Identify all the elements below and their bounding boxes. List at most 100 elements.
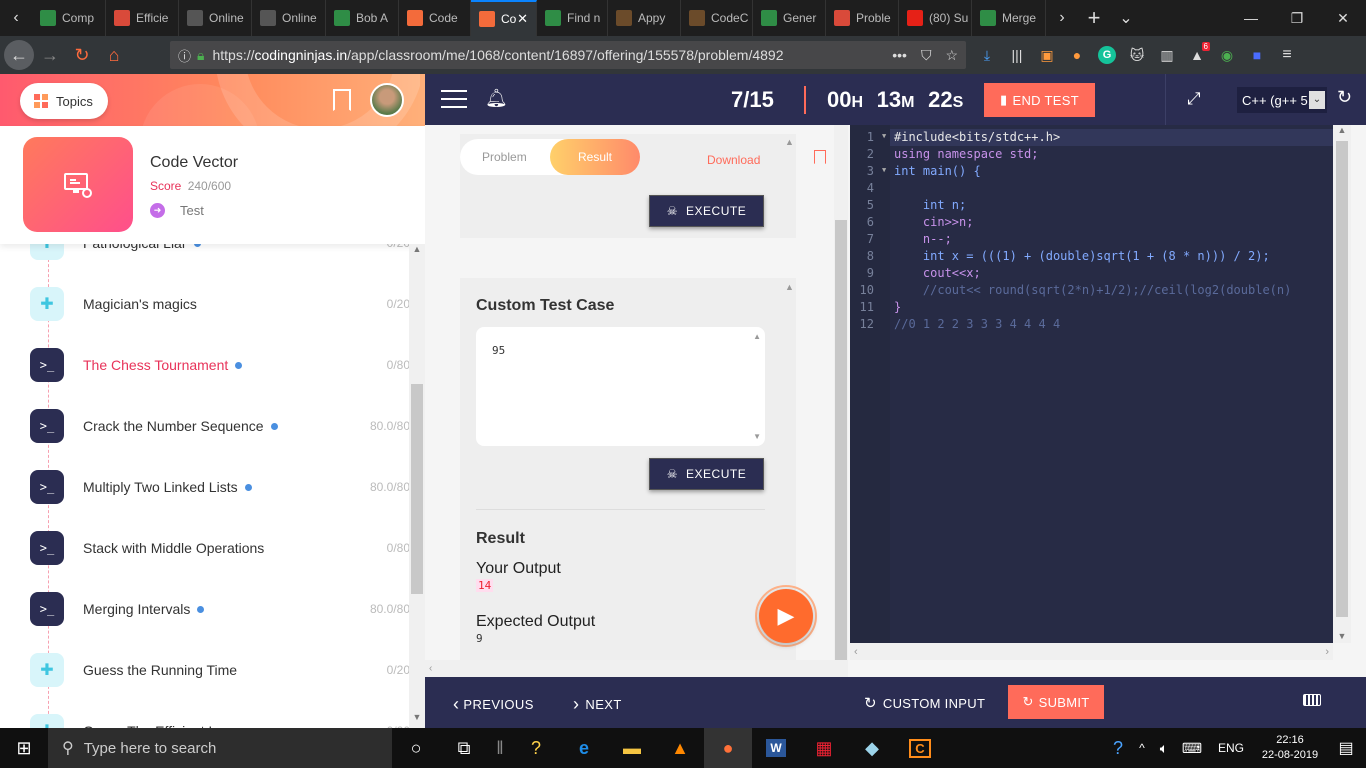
ninja-extension-icon[interactable]: 🐱︎ [1124,42,1150,68]
browser-tab[interactable]: Merge [972,0,1046,36]
scroll-left-icon[interactable]: ‹ [429,663,432,674]
middle-scroll-thumb[interactable] [835,220,847,660]
input-language[interactable]: ENG [1218,741,1244,755]
windows-start-icon[interactable]: ⊞ [0,728,48,768]
tab-scroll-right-icon[interactable]: › [1046,0,1078,36]
task-view-icon[interactable]: ⧉ [440,728,488,768]
editor-scroll-left-icon[interactable]: ‹ [854,646,858,658]
restore-icon[interactable]: ❐ [1274,0,1320,36]
custom-input-box[interactable]: 95 ▲ ▼ [476,327,765,446]
tab-scroll-left-icon[interactable]: ‹ [0,0,32,36]
scroll-up-icon[interactable]: ▲ [409,244,425,260]
browser-tab[interactable]: Find n [537,0,608,36]
browser-tab[interactable]: Co ✕ [471,0,537,36]
keyboard-tray-icon[interactable]: ⌨ [1176,728,1208,768]
result-bookmark-icon[interactable] [814,150,826,164]
close-window-icon[interactable]: ✕ [1320,0,1366,36]
middle-scrollbar[interactable] [834,125,848,660]
topic-item[interactable]: >_ Multiply Two Linked Lists 80.0/80 [30,469,410,505]
browser-tab[interactable]: (80) Su [899,0,972,36]
edge-icon[interactable]: e [560,728,608,768]
browser-tab[interactable]: Comp [32,0,106,36]
editor-scroll-thumb[interactable] [1336,141,1348,617]
fold-icon[interactable]: ▼ [882,132,886,140]
new-tab-icon[interactable]: + [1078,0,1110,36]
language-select[interactable]: C++ (g++ 5. ⌄ [1237,87,1327,113]
topic-item[interactable]: >_ Stack with Middle Operations 0/80 [30,530,410,566]
browser-tab[interactable]: Appy [608,0,681,36]
action-center-icon[interactable]: ▤ [1326,728,1366,768]
browser-tab[interactable]: Gener [753,0,826,36]
card-scroll-up-icon[interactable]: ▲ [785,282,794,292]
minimize-icon[interactable]: — [1228,0,1274,36]
input-scroll-down-icon[interactable]: ▼ [753,432,761,441]
top-card-scroll-icon[interactable]: ▲ [785,137,794,147]
reset-code-icon[interactable]: ↻ [1337,87,1352,108]
topic-item[interactable]: ✚ Guess the Running Time 0/20 [30,652,410,688]
bookmark-star-icon[interactable]: ☆ [945,47,958,64]
hamburger-menu-icon[interactable] [441,90,467,108]
back-icon[interactable]: ← [4,40,34,70]
extension-badge-icon[interactable]: ▲ 6 [1184,42,1210,68]
submit-button[interactable]: ↻ SUBMIT [1008,685,1104,719]
play-button[interactable]: ▶ [755,585,817,647]
editor-scroll-up-icon[interactable]: ▲ [1333,125,1351,135]
taskbar-search[interactable]: ⚲ Type here to search [48,728,392,768]
execute-button[interactable]: ☠︎ EXECUTE [649,458,764,490]
vlc-icon[interactable]: ▲ [656,728,704,768]
custom-input-button[interactable]: ↻ CUSTOM INPUT [864,694,985,712]
keyboard-icon[interactable] [1303,694,1321,706]
flag-icon[interactable]: ■ [1244,42,1270,68]
notes-app-icon[interactable]: ◆ [848,728,896,768]
menu-icon[interactable]: ≡ [1274,42,1300,68]
topic-item[interactable]: >_ Merging Intervals 80.0/80 [30,591,410,627]
tab-problem[interactable]: Problem [482,150,527,164]
notepad-icon[interactable]: ? [512,728,560,768]
sidebar-scroll-thumb[interactable] [411,384,423,594]
browser-tab[interactable]: Code [399,0,471,36]
account-icon[interactable]: ● [1064,42,1090,68]
browser-tab[interactable]: CodeC [681,0,753,36]
editor-hscrollbar[interactable]: ‹ › [850,643,1333,660]
volume-icon[interactable]: 🔈︎ [1152,728,1176,768]
topic-item[interactable]: ✚Guess The Efficient Loop0/20 [30,713,410,728]
library-icon[interactable]: ||| [1004,42,1030,68]
execute-button-top[interactable]: ☠︎ EXECUTE [649,195,764,227]
page-actions-icon[interactable]: ••• [892,47,907,63]
url-bar[interactable]: ⓘ 🔒︎ https://codingninjas.in/app/classro… [170,41,966,69]
notification-bell-icon[interactable]: 🔔︎ [485,88,508,109]
sidebar-icon[interactable]: ▣ [1034,42,1060,68]
download-link[interactable]: Download [707,153,760,167]
next-button[interactable]: › NEXT [573,694,622,715]
topic-item[interactable]: >_ Crack the Number Sequence 80.0/80 [30,408,410,444]
word-icon[interactable]: W [752,728,800,768]
code-editor[interactable]: 1 2 3 4 5 6 7 8 9 10 11 12 ▼ ▼ #include<bits/stdc++… [850,125,1351,643]
editor-scroll-right-icon[interactable]: › [1325,646,1329,658]
tray-chevron-up-icon[interactable]: ^ [1132,728,1152,768]
forward-icon[interactable]: → [34,39,66,71]
close-tab-icon[interactable]: ✕ [517,11,528,27]
fullscreen-icon[interactable]: ⤢ [1187,89,1201,109]
lock-icon[interactable]: 🔒︎ [197,47,204,64]
color-picker-icon[interactable]: ◉ [1214,42,1240,68]
clock[interactable]: 22:16 22-08-2019 [1254,733,1326,763]
app-grid-icon[interactable]: ▦ [800,728,848,768]
tab-result[interactable]: Result [550,139,640,175]
reload-icon[interactable]: ↻ [66,39,98,71]
browser-tab[interactable]: Online [252,0,326,36]
file-explorer-icon[interactable]: ▬ [608,728,656,768]
middle-hscrollbar[interactable]: ‹ [425,660,848,677]
sidebar-scrollbar[interactable]: ▲ ▼ [409,244,425,728]
pocket-icon[interactable]: ⛉ [921,47,932,64]
tab-list-chevron-icon[interactable]: ⌄ [1110,0,1142,36]
browser-tab[interactable]: Bob A [326,0,399,36]
codeblocks-icon[interactable]: C [896,728,944,768]
download-icon[interactable]: ⤓ [974,42,1000,68]
editor-scrollbar[interactable]: ▲ ▼ [1333,125,1351,643]
topic-item[interactable]: >_ The Chess Tournament 0/80 [30,347,410,383]
scroll-down-icon[interactable]: ▼ [409,712,425,728]
grammarly-icon[interactable]: G [1094,42,1120,68]
browser-tab[interactable]: Efficie [106,0,179,36]
editor-scroll-down-icon[interactable]: ▼ [1333,631,1351,641]
browser-tab[interactable]: Online [179,0,252,36]
